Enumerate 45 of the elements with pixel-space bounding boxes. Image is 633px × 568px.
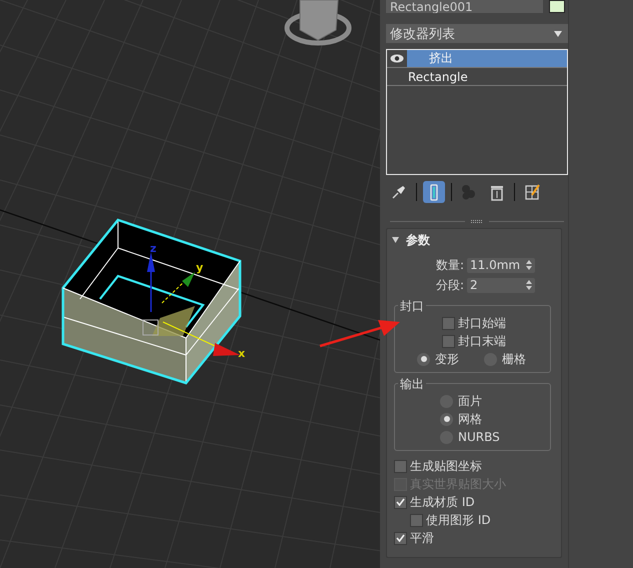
object-color-swatch[interactable] bbox=[549, 0, 565, 13]
checkbox[interactable] bbox=[394, 460, 407, 472]
spinner-field[interactable]: 2 bbox=[467, 278, 535, 292]
checkbox-label: 封口始端 bbox=[458, 314, 506, 332]
toolbar-button[interactable] bbox=[423, 181, 445, 203]
radio-button[interactable] bbox=[417, 352, 430, 366]
modifier-stack-item[interactable]: Rectangle bbox=[387, 68, 567, 86]
dropdown-arrow-icon bbox=[554, 30, 562, 36]
spinner-arrows-icon[interactable] bbox=[526, 280, 532, 290]
radio-button[interactable] bbox=[440, 412, 453, 426]
axis-label: x bbox=[238, 347, 246, 360]
spinner-field[interactable]: 11.0mm bbox=[467, 258, 535, 272]
checkbox-label: 封口末端 bbox=[458, 332, 506, 350]
checkbox[interactable] bbox=[410, 514, 423, 526]
dropdown-label: 修改器列表 bbox=[390, 26, 455, 42]
axis-label: z bbox=[150, 242, 156, 255]
spinner-arrows-icon[interactable] bbox=[526, 260, 532, 270]
axis-label: y bbox=[196, 261, 204, 274]
checkbox-label: 使用图形 ID bbox=[426, 512, 491, 528]
viewcube-drawing[interactable] bbox=[284, 0, 352, 46]
spinner-label: 分段: bbox=[436, 276, 464, 294]
group-title: 输出 bbox=[398, 376, 426, 393]
overlapping-circles-icon bbox=[460, 183, 478, 201]
spinner-label: 数量: bbox=[436, 256, 464, 274]
radio-label: NURBS bbox=[458, 430, 500, 444]
modifier-list-dropdown[interactable]: 修改器列表 bbox=[386, 24, 568, 43]
radio-label: 栅格 bbox=[502, 350, 526, 368]
checkbox[interactable] bbox=[394, 496, 407, 508]
checkbox[interactable] bbox=[442, 334, 455, 348]
radio-label: 网格 bbox=[458, 410, 482, 428]
rollout-header[interactable]: 参数 bbox=[387, 233, 561, 247]
checkbox-label: 生成材质 ID bbox=[410, 494, 475, 510]
checkbox[interactable] bbox=[394, 532, 407, 544]
eye-icon[interactable] bbox=[390, 54, 404, 63]
modifier-stack-item[interactable]: 挤出 bbox=[387, 50, 567, 68]
transform-gizmo-drawing[interactable] bbox=[142, 252, 240, 356]
radio-label: 面片 bbox=[458, 392, 482, 410]
pin-icon bbox=[390, 183, 408, 201]
grid-pencil-icon bbox=[523, 183, 541, 201]
trash-icon bbox=[488, 183, 506, 201]
radio-label: 变形 bbox=[435, 350, 459, 368]
checkbox-label: 平滑 bbox=[410, 530, 434, 546]
checkbox-label: 生成贴图坐标 bbox=[410, 458, 482, 474]
modifier-stack-list[interactable]: 挤出 Rectangle bbox=[386, 49, 568, 175]
checkbox[interactable] bbox=[442, 316, 455, 330]
